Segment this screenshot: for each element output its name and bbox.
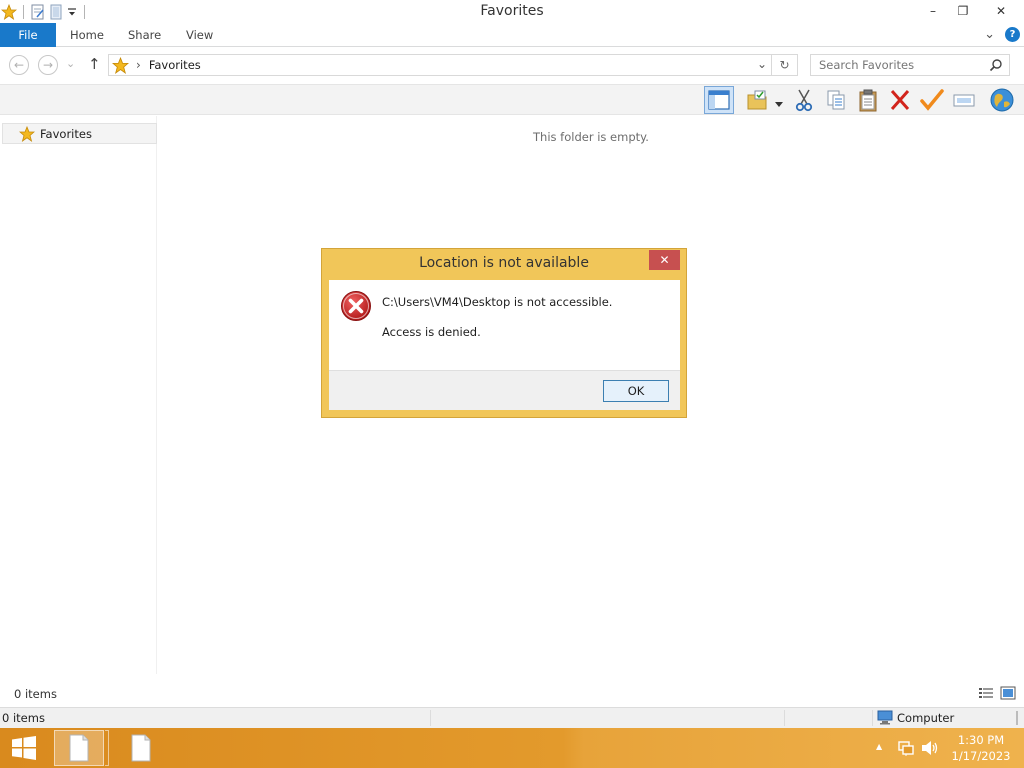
taskbar-explorer-button[interactable] bbox=[54, 730, 104, 766]
move-to-folder-button[interactable] bbox=[744, 87, 772, 113]
document-icon bbox=[130, 734, 152, 762]
close-button[interactable]: ✕ bbox=[978, 0, 1024, 21]
details-item-count: 0 items bbox=[2, 711, 45, 725]
clock-date: 1/17/2023 bbox=[951, 749, 1011, 763]
dialog-message: C:\Users\VM4\Desktop is not accessible. bbox=[382, 295, 613, 309]
up-button[interactable]: ↑ bbox=[88, 55, 101, 73]
checkmark-icon bbox=[920, 88, 944, 112]
cut-icon bbox=[793, 88, 815, 112]
tab-view[interactable]: View bbox=[186, 23, 213, 47]
paste-button[interactable] bbox=[854, 87, 882, 113]
forward-button[interactable]: → bbox=[38, 55, 58, 75]
help-icon[interactable]: ? bbox=[1005, 27, 1020, 42]
show-hidden-icons-button[interactable]: ▲ bbox=[876, 742, 882, 751]
refresh-button[interactable]: ↻ bbox=[772, 54, 798, 76]
window-controls: – ❐ ✕ bbox=[918, 0, 1024, 21]
cut-button[interactable] bbox=[790, 87, 818, 113]
start-button[interactable] bbox=[0, 728, 48, 768]
details-bar: 0 items Computer bbox=[0, 707, 1024, 728]
copy-button[interactable] bbox=[822, 87, 850, 113]
resize-grip-icon[interactable] bbox=[1016, 711, 1018, 725]
copy-icon bbox=[825, 88, 847, 112]
dialog-title: Location is not available bbox=[419, 255, 589, 271]
web-button[interactable] bbox=[988, 87, 1016, 113]
tab-home[interactable]: Home bbox=[70, 23, 104, 47]
expand-ribbon-button[interactable]: ⌄ bbox=[984, 27, 995, 42]
navigation-pane: Favorites bbox=[0, 116, 157, 674]
details-location: Computer bbox=[897, 711, 955, 725]
delete-icon bbox=[889, 88, 911, 112]
globe-icon bbox=[989, 87, 1015, 113]
large-icons-view-icon[interactable] bbox=[1000, 686, 1016, 700]
rename-icon bbox=[952, 88, 976, 112]
clock[interactable]: 1:30 PM 1/17/2023 bbox=[944, 732, 1018, 764]
breadcrumb-separator[interactable]: › bbox=[136, 58, 141, 72]
search-icon[interactable] bbox=[989, 58, 1003, 72]
taskbar: ▲ 1:30 PM 1/17/2023 bbox=[0, 728, 1024, 768]
error-icon bbox=[340, 290, 372, 322]
ribbon-tabs: File Home Share View ⌄ ? bbox=[0, 23, 1024, 47]
item-count: 0 items bbox=[14, 687, 57, 701]
navigation-row: ← → ⌄ ↑ › Favorites ⌄ ↻ bbox=[0, 48, 1024, 82]
tab-file[interactable]: File bbox=[0, 23, 56, 47]
preview-pane-button[interactable] bbox=[704, 86, 734, 114]
status-bar: 0 items bbox=[0, 684, 1024, 704]
tab-share[interactable]: Share bbox=[128, 23, 161, 47]
error-dialog: Location is not available ✕ C:\Users\VM4… bbox=[321, 248, 687, 418]
select-button[interactable] bbox=[918, 87, 946, 113]
windows-logo-icon bbox=[11, 736, 37, 760]
dialog-close-button[interactable]: ✕ bbox=[649, 250, 680, 270]
address-bar[interactable]: › Favorites ⌄ bbox=[108, 54, 772, 76]
dialog-detail: Access is denied. bbox=[382, 325, 481, 339]
computer-icon bbox=[877, 710, 893, 725]
dialog-body: C:\Users\VM4\Desktop is not accessible. … bbox=[329, 280, 680, 410]
ok-button[interactable]: OK bbox=[603, 380, 669, 402]
taskbar-document-button[interactable] bbox=[116, 730, 166, 766]
breadcrumb-favorites[interactable]: Favorites bbox=[149, 58, 201, 72]
preview-pane-icon bbox=[708, 90, 730, 110]
move-to-dropdown-icon[interactable] bbox=[775, 97, 783, 111]
clock-time: 1:30 PM bbox=[957, 733, 1005, 747]
details-separator bbox=[784, 710, 785, 726]
back-button[interactable]: ← bbox=[9, 55, 29, 75]
ribbon-controls: ⌄ ? bbox=[984, 27, 1020, 42]
minimize-button[interactable]: – bbox=[918, 0, 948, 21]
delete-button[interactable] bbox=[886, 87, 914, 113]
nav-item-favorites[interactable]: Favorites bbox=[2, 123, 157, 144]
restore-button[interactable]: ❐ bbox=[948, 0, 978, 21]
address-dropdown-button[interactable]: ⌄ bbox=[757, 57, 767, 71]
details-view-icon[interactable] bbox=[978, 686, 994, 700]
move-to-folder-icon bbox=[746, 88, 770, 112]
title-bar: Favorites – ❐ ✕ bbox=[0, 0, 1024, 23]
paste-icon bbox=[857, 88, 879, 112]
volume-icon[interactable] bbox=[921, 740, 939, 756]
favorites-star-icon bbox=[112, 56, 129, 74]
rename-button[interactable] bbox=[950, 87, 978, 113]
favorites-star-icon bbox=[19, 125, 35, 142]
window-title: Favorites bbox=[480, 3, 544, 19]
details-separator bbox=[872, 710, 873, 726]
taskbar-explorer-stack bbox=[105, 730, 109, 766]
document-icon bbox=[68, 734, 90, 762]
dialog-footer: OK bbox=[329, 370, 680, 410]
search-input[interactable] bbox=[819, 58, 989, 72]
details-separator bbox=[430, 710, 431, 726]
network-icon[interactable] bbox=[897, 739, 915, 757]
recent-locations-button[interactable]: ⌄ bbox=[66, 57, 75, 70]
command-toolbar bbox=[0, 84, 1024, 115]
empty-folder-message: This folder is empty. bbox=[533, 130, 649, 144]
nav-item-label: Favorites bbox=[40, 126, 92, 141]
search-box bbox=[810, 54, 1010, 76]
